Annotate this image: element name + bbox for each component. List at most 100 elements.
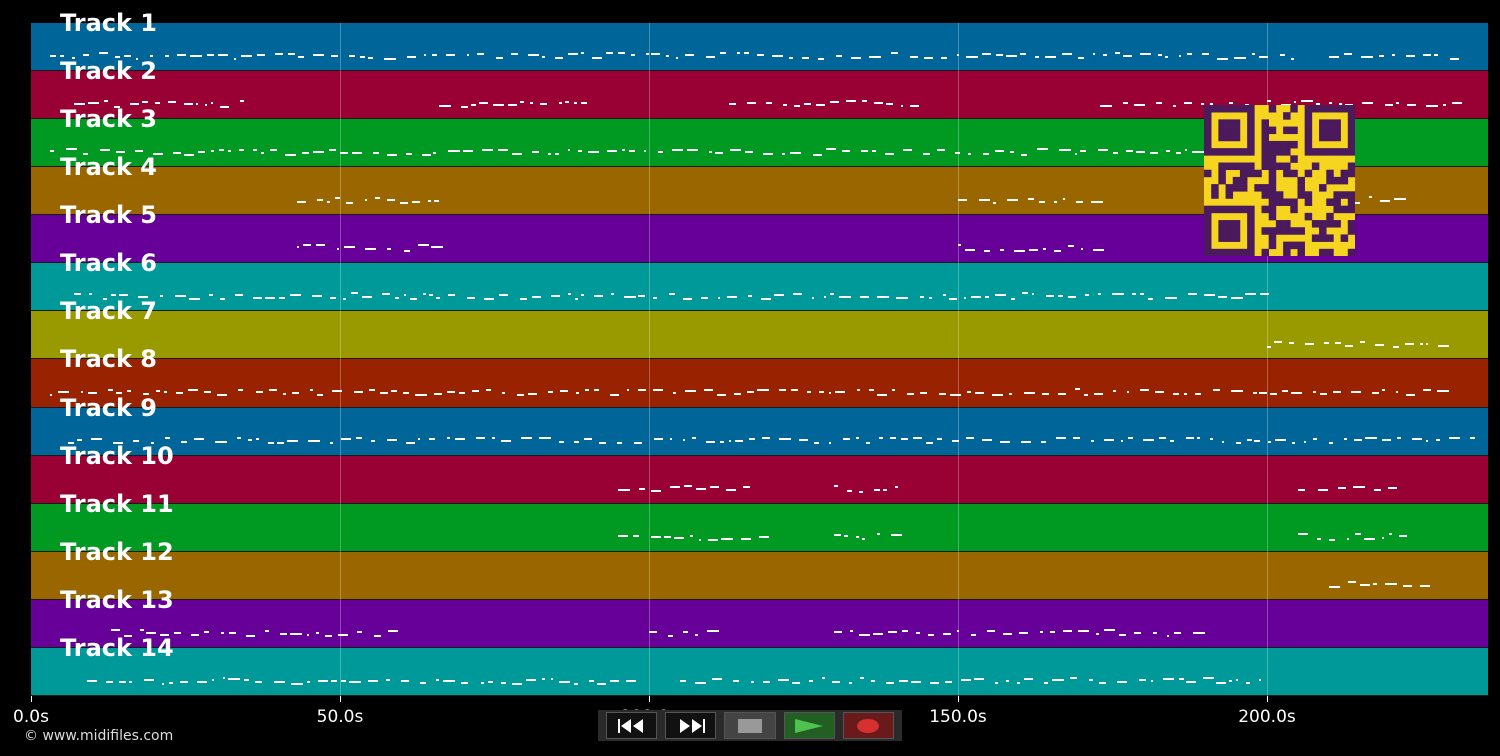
midi-note xyxy=(1050,631,1056,634)
midi-note xyxy=(417,438,420,441)
midi-note xyxy=(781,152,785,155)
midi-note xyxy=(308,439,320,442)
midi-note xyxy=(1420,343,1424,346)
midi-note xyxy=(1234,56,1246,59)
midi-note xyxy=(1062,53,1073,56)
midi-note xyxy=(729,149,742,152)
midi-note xyxy=(1172,104,1177,107)
midi-note xyxy=(176,392,184,395)
play-button[interactable] xyxy=(783,712,835,739)
midi-note xyxy=(855,535,860,538)
midi-note xyxy=(757,54,764,57)
midi-note xyxy=(130,103,139,106)
midi-note xyxy=(432,54,437,57)
midi-note xyxy=(173,631,181,634)
midi-note xyxy=(597,682,606,685)
midi-note xyxy=(193,437,204,440)
tick-mark xyxy=(958,696,959,702)
midi-note xyxy=(365,198,368,201)
midi-note xyxy=(812,297,815,300)
midi-note xyxy=(1040,630,1043,633)
midi-note xyxy=(666,54,670,57)
midi-note xyxy=(1259,292,1270,295)
midi-note xyxy=(633,442,642,445)
midi-note xyxy=(630,53,636,56)
midi-note xyxy=(779,389,787,392)
midi-note xyxy=(692,436,696,439)
midi-note xyxy=(638,294,645,297)
midi-note xyxy=(1080,247,1083,250)
midi-note xyxy=(1091,439,1094,442)
midi-note xyxy=(725,488,736,491)
midi-note xyxy=(919,296,924,299)
midi-note xyxy=(471,103,477,106)
midi-note xyxy=(317,679,329,682)
midi-note xyxy=(877,295,889,298)
track-lane[interactable] xyxy=(31,599,1488,648)
midi-note xyxy=(367,679,378,682)
midi-note xyxy=(968,152,972,155)
midi-note xyxy=(1027,197,1035,200)
midi-note xyxy=(581,293,585,296)
track-lane[interactable] xyxy=(31,311,1488,360)
midi-note xyxy=(334,197,341,200)
midi-note xyxy=(91,438,103,441)
midi-note xyxy=(868,55,881,58)
track-lane[interactable] xyxy=(31,359,1488,408)
midi-note xyxy=(410,298,418,301)
midi-note xyxy=(491,437,496,440)
midi-note xyxy=(329,148,336,151)
midi-note xyxy=(761,297,771,300)
midi-note xyxy=(329,297,336,300)
midi-note xyxy=(657,150,664,153)
midi-note xyxy=(1290,57,1295,60)
midi-note xyxy=(967,390,972,393)
midi-note xyxy=(1034,56,1040,59)
midi-note xyxy=(375,197,380,200)
midi-note xyxy=(835,54,842,57)
midi-note xyxy=(923,152,931,155)
midi-note xyxy=(1178,677,1184,680)
track-lane[interactable] xyxy=(31,503,1488,552)
midi-note xyxy=(205,103,208,106)
midi-note xyxy=(777,678,789,681)
midi-note xyxy=(447,391,456,394)
rewind-button[interactable] xyxy=(606,712,658,739)
track-lane[interactable] xyxy=(31,647,1488,696)
midi-note xyxy=(886,682,894,685)
track-lane[interactable] xyxy=(31,263,1488,312)
midi-note xyxy=(399,201,409,204)
midi-note xyxy=(189,54,202,57)
midi-note xyxy=(708,538,719,541)
midi-note xyxy=(406,55,417,58)
stop-button[interactable] xyxy=(724,712,776,739)
track-lane[interactable] xyxy=(31,551,1488,600)
midi-note xyxy=(327,201,331,204)
track-lane[interactable] xyxy=(31,23,1488,72)
midi-note xyxy=(1192,632,1205,635)
midi-note xyxy=(1042,393,1050,396)
midi-note xyxy=(184,103,193,106)
midi-note xyxy=(1173,393,1180,396)
midi-note xyxy=(1343,437,1348,440)
midi-note xyxy=(1280,54,1286,57)
midi-note xyxy=(49,150,55,152)
midi-note xyxy=(332,389,343,392)
midi-note xyxy=(798,439,808,442)
fast-forward-button[interactable] xyxy=(665,712,717,739)
track-lane[interactable] xyxy=(31,455,1488,504)
midi-note xyxy=(869,389,874,392)
midi-note xyxy=(747,390,754,393)
midi-note xyxy=(999,249,1005,252)
midi-note xyxy=(88,102,100,105)
midi-note xyxy=(429,438,435,441)
track-lane[interactable] xyxy=(31,407,1488,456)
midi-note xyxy=(220,631,225,634)
midi-note xyxy=(88,391,97,394)
midi-note xyxy=(211,679,215,682)
midi-note xyxy=(936,438,942,441)
record-button[interactable] xyxy=(842,712,895,739)
midi-note xyxy=(1312,438,1318,441)
midi-note xyxy=(1165,149,1170,152)
midi-note xyxy=(1245,293,1256,296)
